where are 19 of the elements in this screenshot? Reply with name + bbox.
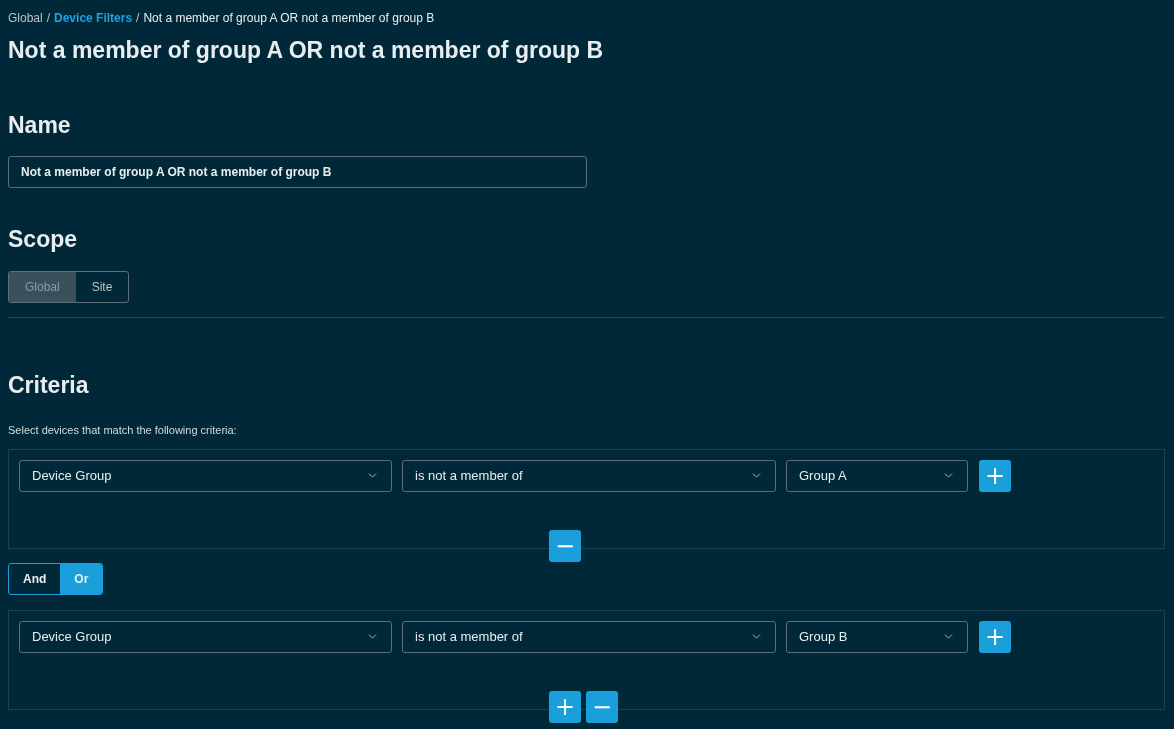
section-heading: Criteria [8, 370, 90, 400]
dropdown-select[interactable]: is not a member of [402, 459, 776, 492]
dropdown-select[interactable]: Group B [786, 620, 968, 653]
breadcrumb-separator: / [136, 10, 140, 27]
dropdown-select[interactable]: is not a member of [402, 620, 776, 653]
page-title: Not a member of group A OR not a member of group B [8, 36, 605, 65]
operator-toggle[interactable]: And [9, 563, 61, 594]
section-heading: Name [8, 110, 72, 140]
name-input-field[interactable]: Not a member of group A OR not a member of group B [8, 156, 587, 188]
dropdown-select[interactable]: Device Group [19, 620, 392, 653]
breadcrumb-item: Not a member of group A OR not a member of group B [143, 10, 435, 27]
section-heading: Scope [8, 225, 79, 254]
breadcrumb-item: Global [8, 10, 43, 27]
breadcrumb-separator: / [46, 10, 51, 27]
instruction-text: Select devices that match the following criteria: [8, 423, 238, 438]
dropdown-select[interactable]: Group A [786, 459, 968, 492]
breadcrumb-link[interactable]: Device Filters [54, 9, 133, 27]
dropdown-select[interactable]: Device Group [19, 459, 392, 492]
scope-toggle[interactable]: Site [75, 271, 129, 302]
